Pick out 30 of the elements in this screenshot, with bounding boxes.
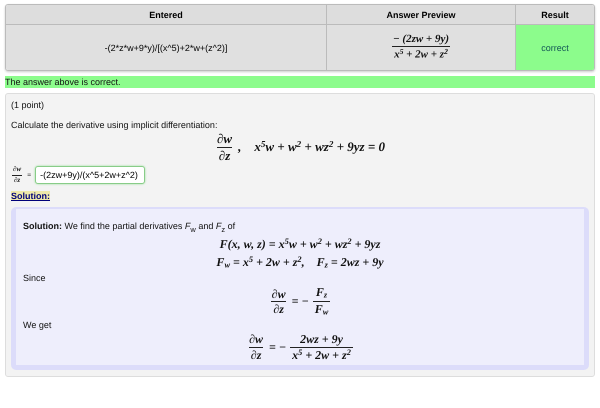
math-denominator: ∂z <box>271 301 286 316</box>
math-denominator: x$^{5}$ + 2w + z$^{2}$ <box>290 346 353 362</box>
column-header: Result <box>516 5 594 24</box>
math-denominator: ∂z <box>216 146 232 162</box>
math-numerator: ∂w <box>216 132 234 147</box>
math-denominator: F$_{w}$ <box>312 301 330 318</box>
points-label: (1 point) <box>11 100 46 110</box>
math-numerator: 2wz + 9y <box>299 333 344 347</box>
math-expression: = − <box>292 294 309 310</box>
math-expression: , x$^{5}$w + w$^{2}$ + wz$^{2}$ + 9yz = 0 <box>238 139 386 156</box>
math-expression: F$_{w}$ = x$^{5}$ + 2w + z$^{2}$, F$_{z}$ = 2wz + 9y <box>216 255 384 270</box>
solution-text: We get <box>23 320 52 330</box>
math-numerator: ∂w <box>270 288 287 302</box>
math-numerator: F$_{z}$ <box>314 286 328 302</box>
column-header: Answer Preview <box>326 5 516 24</box>
math-expression: = − <box>269 340 286 355</box>
result-cell: correct <box>516 24 594 70</box>
solution-link[interactable]: Solution: <box>11 191 50 202</box>
solution-text: Since <box>23 273 47 284</box>
math-denominator: ∂z <box>248 346 264 362</box>
math-numerator: − (2zw + 9y) <box>392 34 450 46</box>
entered-cell: -(2*z*w+9*y)/[(x^5)+2*w+(z^2)] <box>6 24 326 70</box>
problem-prompt: Calculate the derivative using implicit differentiation: <box>11 120 218 130</box>
correct-message: The answer above is correct. <box>5 76 595 88</box>
math-expression: F(x, w, z) = x$^{5}$w + w$^{2}$ + wz$^{2}$ + 9yz <box>220 237 380 252</box>
solution-text: Solution: We find the partial derivatives F$_{w}$ and F$_{z}$ of <box>23 221 236 234</box>
math-denominator: x$^{5}$ + 2w + z$^{2}$ <box>392 46 450 62</box>
answer-field[interactable]: -(2zw+9y)/(x^5+2w+z^2) <box>35 166 146 184</box>
column-header: Entered <box>6 5 326 24</box>
math-numerator: ∂w <box>248 333 264 347</box>
